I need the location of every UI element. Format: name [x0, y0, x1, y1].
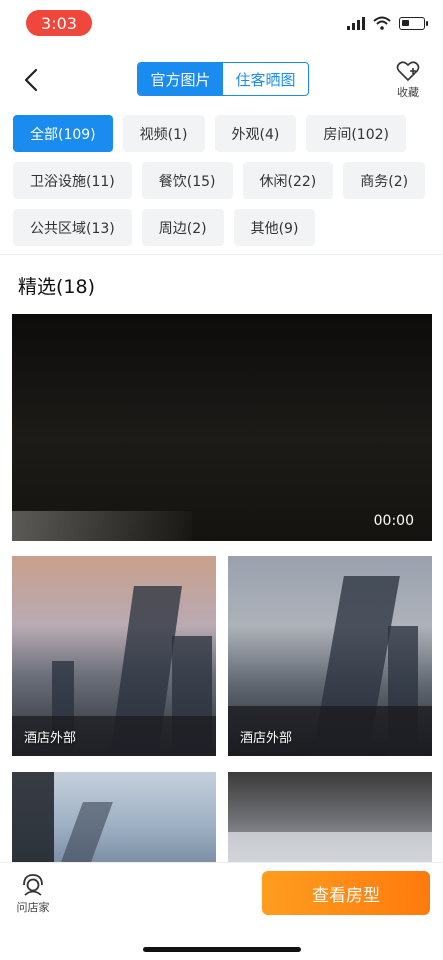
filter-video[interactable]: 视频(1) [122, 115, 205, 152]
nav-header: 官方图片 住客晒图 收藏 [0, 56, 443, 106]
featured-video[interactable]: 00:00 [12, 314, 432, 541]
home-indicator[interactable] [143, 947, 301, 952]
video-frame-highlight [12, 511, 192, 541]
status-time: 3:03 [26, 10, 92, 36]
photo-caption: 酒店外部 [240, 731, 293, 746]
filter-other[interactable]: 其他(9) [233, 209, 316, 246]
bottom-bar: 问店家 查看房型 [0, 862, 443, 960]
filter-rooms[interactable]: 房间(102) [306, 115, 406, 152]
signal-icon [347, 16, 365, 30]
wifi-icon [373, 16, 391, 30]
filter-surroundings[interactable]: 周边(2) [141, 209, 224, 246]
photo-thumbnail[interactable] [12, 772, 216, 862]
filter-dining[interactable]: 餐饮(15) [141, 162, 233, 199]
view-room-types-button[interactable]: 查看房型 [262, 871, 430, 915]
favorite-button[interactable]: 收藏 [391, 60, 425, 100]
tab-official-photos[interactable]: 官方图片 [138, 63, 223, 95]
video-duration: 00:00 [373, 513, 414, 529]
heart-plus-icon [396, 61, 420, 82]
ask-host-button[interactable]: 问店家 [12, 873, 54, 915]
back-arrow-icon[interactable] [18, 66, 46, 94]
photo-thumbnail[interactable] [228, 772, 432, 862]
filter-all[interactable]: 全部(109) [13, 115, 113, 152]
battery-icon [399, 16, 428, 30]
favorite-label: 收藏 [397, 86, 419, 99]
section-title: 精选(18) [18, 276, 96, 298]
tab-guest-photos[interactable]: 住客晒图 [223, 63, 308, 95]
photo-thumbnail[interactable]: 酒店外部 [12, 556, 216, 756]
customer-service-icon [23, 874, 43, 896]
photo-caption: 酒店外部 [24, 731, 77, 746]
filter-leisure[interactable]: 休闲(22) [242, 162, 334, 199]
filter-row: 公共区域(13) 周边(2) 其他(9) [13, 209, 433, 246]
status-bar: 3:03 [0, 0, 443, 48]
photo-thumbnail[interactable]: 酒店外部 [228, 556, 432, 756]
filter-row: 卫浴设施(11) 餐饮(15) 休闲(22) 商务(2) [13, 162, 433, 199]
photo-source-tabs: 官方图片 住客晒图 [137, 62, 309, 96]
filter-public-areas[interactable]: 公共区域(13) [13, 209, 132, 246]
category-filters: 全部(109) 视频(1) 外观(4) 房间(102) 卫浴设施(11) 餐饮(… [13, 115, 433, 256]
filter-row: 全部(109) 视频(1) 外观(4) 房间(102) [13, 115, 433, 152]
ask-host-label: 问店家 [16, 901, 50, 914]
filter-business[interactable]: 商务(2) [343, 162, 426, 199]
filter-exterior[interactable]: 外观(4) [214, 115, 297, 152]
status-icons [347, 16, 428, 30]
filter-bathroom[interactable]: 卫浴设施(11) [13, 162, 132, 199]
divider [0, 254, 443, 255]
